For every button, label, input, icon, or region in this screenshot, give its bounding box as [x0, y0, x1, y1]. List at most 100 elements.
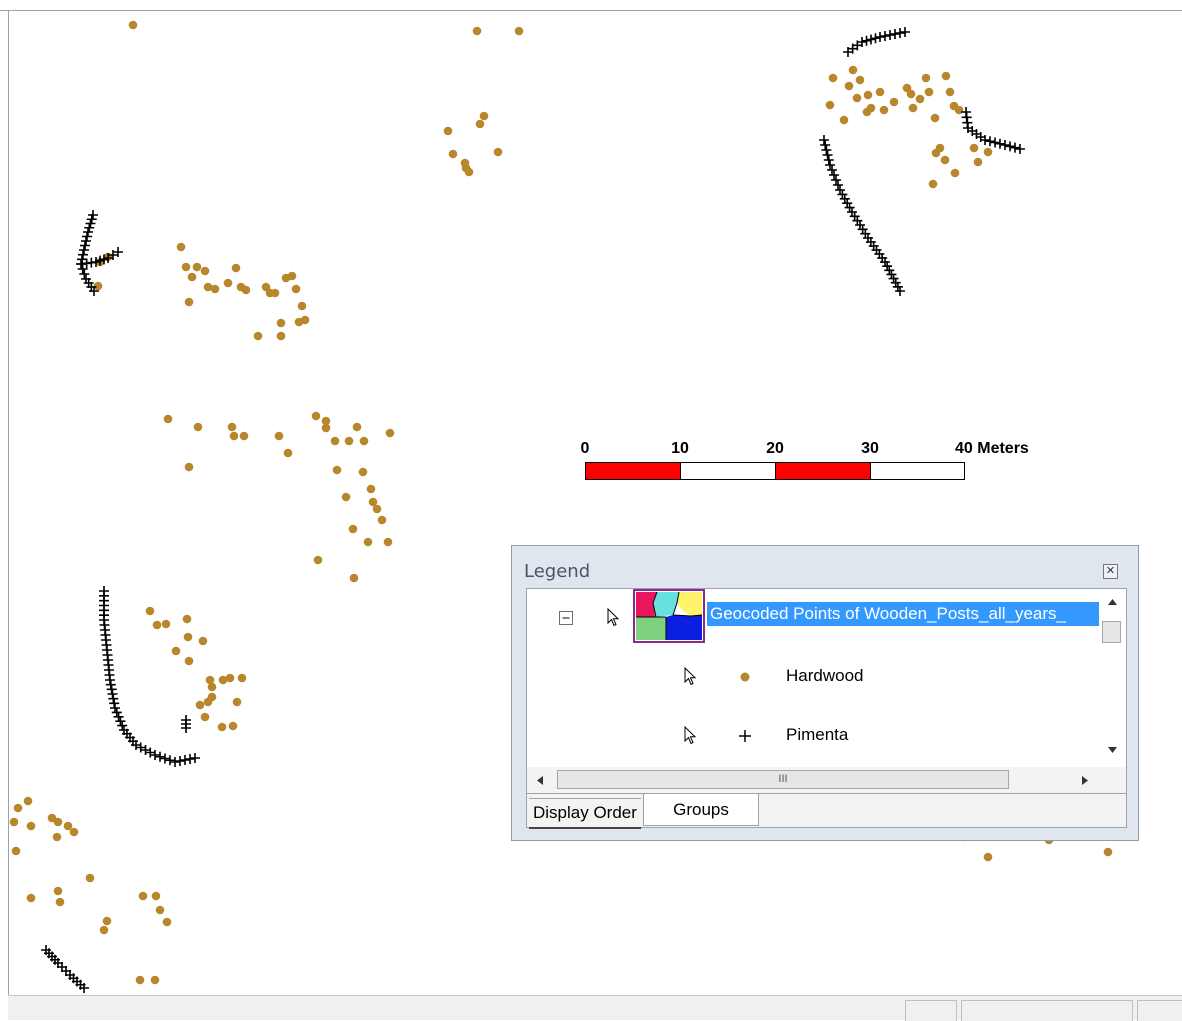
hardwood-point: [311, 411, 321, 421]
hardwood-point: [514, 26, 524, 36]
hardwood-point: [352, 422, 362, 432]
hardwood-point: [232, 697, 242, 707]
hardwood-point: [276, 331, 286, 341]
hardwood-point: [359, 436, 369, 446]
pimenta-point: [160, 753, 170, 764]
hardwood-point: [228, 721, 238, 731]
hardwood-point: [479, 111, 489, 121]
close-icon[interactable]: ✕: [1103, 564, 1118, 579]
hardwood-point: [11, 846, 21, 856]
hardwood-point: [341, 492, 351, 502]
legend-panel: Geocoded Points of Wooden_Posts_all_year…: [526, 588, 1127, 794]
hardwood-point: [848, 65, 858, 75]
hardwood-point: [377, 515, 387, 525]
pimenta-point: [995, 138, 1005, 149]
pointer-arrow-icon[interactable]: [684, 726, 698, 746]
scroll-left-arrow-icon[interactable]: [537, 776, 543, 785]
scale-segment-empty: [870, 462, 965, 480]
hardwood-point: [152, 620, 162, 630]
hardwood-point: [193, 422, 203, 432]
hardwood-point: [195, 700, 205, 710]
hardwood-point: [55, 897, 65, 907]
scroll-up-arrow-icon[interactable]: [1108, 599, 1117, 605]
hardwood-point: [53, 886, 63, 896]
hardwood-point: [176, 242, 186, 252]
status-panel: [961, 1000, 1133, 1021]
pimenta-point: [165, 755, 175, 766]
pimenta-point: [875, 32, 885, 42]
scale-bar: 0 10 20 30 40 Meters: [570, 440, 1060, 490]
hardwood-point: [150, 975, 160, 985]
hardwood-point: [863, 90, 873, 100]
vertical-scroll-thumb[interactable]: [1102, 621, 1121, 643]
pimenta-point: [170, 757, 180, 767]
map-canvas[interactable]: [0, 0, 1182, 995]
hardwood-point: [950, 168, 960, 178]
pimenta-point: [839, 193, 850, 204]
hardwood-point: [99, 925, 109, 935]
horizontal-scroll-thumb[interactable]: III: [557, 770, 1009, 789]
hardwood-point: [102, 916, 112, 926]
map-thumbnail-icon: [633, 589, 705, 643]
minus-box-icon[interactable]: [559, 611, 573, 625]
hardwood-point: [358, 467, 368, 477]
hardwood-point: [181, 262, 191, 272]
tab-display-order[interactable]: Display Order: [529, 798, 641, 829]
hardwood-point: [217, 722, 227, 732]
hardwood-point: [862, 107, 872, 117]
pimenta-point: [190, 753, 200, 763]
legend-window[interactable]: Legend ✕ Geocoded Points of Wooden_Posts…: [511, 545, 1139, 841]
hardwood-point: [200, 712, 210, 722]
pimenta-point: [837, 189, 848, 200]
pimenta-point: [827, 165, 837, 175]
hardwood-point: [184, 297, 194, 307]
scale-tick-label: 30: [861, 440, 879, 457]
hardwood-point: [203, 697, 213, 707]
hardwood-point: [155, 905, 165, 915]
pimenta-point: [155, 751, 165, 762]
hardwood-point: [225, 673, 235, 683]
hardwood-point: [85, 873, 95, 883]
hardwood-point: [151, 891, 161, 901]
scroll-right-arrow-icon[interactable]: [1082, 776, 1088, 785]
hardwood-point: [906, 89, 916, 99]
tab-groups[interactable]: Groups: [643, 794, 759, 826]
scale-tick-label: 10: [671, 440, 689, 457]
pimenta-point: [870, 33, 881, 44]
hardwood-point: [461, 163, 471, 173]
pimenta-point: [135, 742, 146, 753]
status-bar: [8, 995, 1182, 1021]
hardwood-point: [93, 281, 103, 291]
pimenta-point: [110, 703, 120, 713]
pimenta-point: [106, 684, 117, 695]
hardwood-point: [852, 93, 862, 103]
hardwood-point: [69, 827, 79, 837]
hardwood-point: [287, 271, 297, 281]
pimenta-point: [185, 754, 195, 764]
pimenta-point: [829, 170, 839, 180]
pointer-arrow-icon[interactable]: [607, 608, 621, 628]
hardwood-point: [161, 619, 171, 629]
pimenta-point: [866, 34, 876, 45]
hardwood-point: [207, 682, 217, 692]
horizontal-scrollbar[interactable]: III: [527, 767, 1126, 793]
pimenta-point: [849, 211, 860, 222]
legend-item-hardwood: Hardwood: [786, 666, 864, 685]
pimenta-point: [821, 145, 832, 155]
pointer-arrow-icon[interactable]: [684, 667, 698, 687]
pimenta-point: [860, 228, 871, 239]
hardwood-point: [385, 428, 395, 438]
hardwood-point: [187, 272, 197, 282]
vertical-scrollbar[interactable]: [1099, 589, 1126, 767]
pimenta-point: [145, 747, 156, 758]
pimenta-point: [109, 698, 120, 709]
hardwood-point: [23, 796, 33, 806]
hardwood-point: [321, 423, 331, 433]
hardwood-point: [954, 105, 964, 115]
scroll-down-arrow-icon[interactable]: [1108, 747, 1117, 753]
hardwood-point: [875, 87, 885, 97]
pimenta-point: [822, 150, 833, 160]
pimenta-point: [78, 249, 88, 260]
group-label[interactable]: Geocoded Points of Wooden_Posts_all_year…: [707, 602, 1099, 626]
hardwood-point: [443, 126, 453, 136]
